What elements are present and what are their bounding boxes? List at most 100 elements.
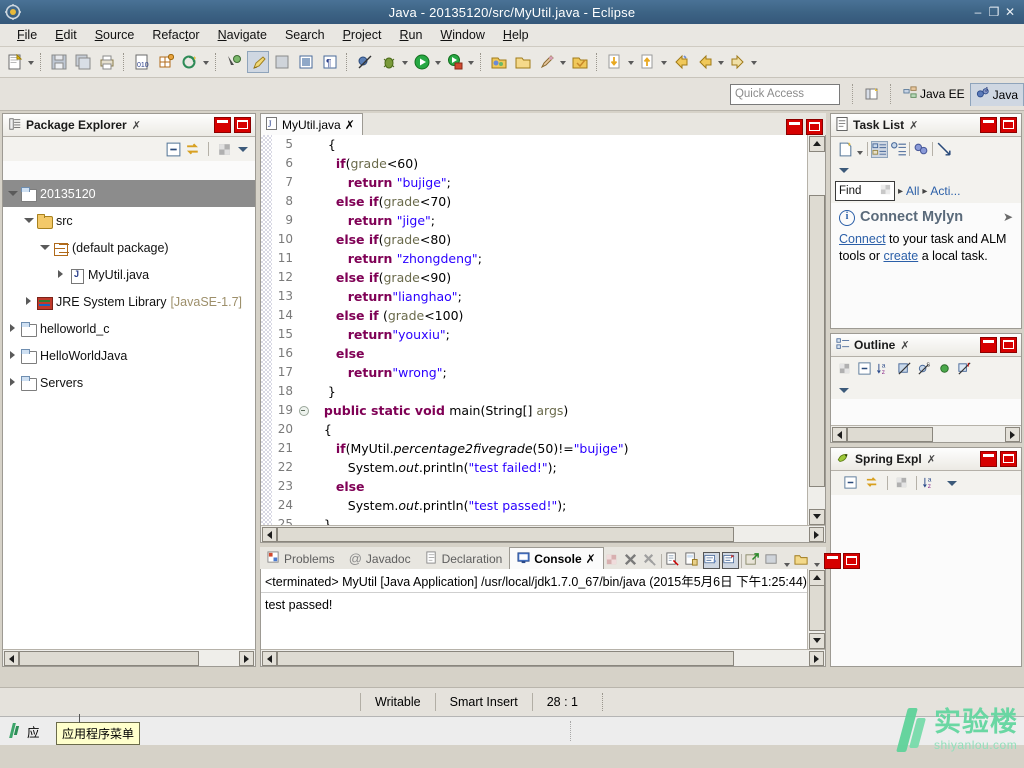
new-dropdown-arrow[interactable] xyxy=(27,51,36,73)
run-dropdown-arrow[interactable] xyxy=(434,51,443,73)
maximize-button[interactable] xyxy=(842,552,860,569)
menu-edit[interactable]: Edit xyxy=(46,26,86,44)
sort-icon[interactable]: az xyxy=(877,361,894,378)
code-line[interactable]: 17 return"wrong"; xyxy=(272,363,807,382)
new-java-project-button[interactable] xyxy=(155,51,177,73)
code-line[interactable]: 12 else if(grade<90) xyxy=(272,268,807,287)
code-line[interactable]: 14 else if (grade<100) xyxy=(272,306,807,325)
close-icon[interactable]: ✗ xyxy=(345,118,355,132)
save-all-button[interactable] xyxy=(72,51,94,73)
next-annotation-button[interactable] xyxy=(604,51,626,73)
remove-launch-icon[interactable] xyxy=(642,552,659,569)
collapse-arrow-icon[interactable] xyxy=(7,187,20,200)
close-icon[interactable]: ✗ xyxy=(909,119,918,132)
clear-console-icon[interactable] xyxy=(604,552,621,569)
hide-local-types-icon[interactable] xyxy=(957,361,974,378)
minimize-button[interactable] xyxy=(980,117,997,133)
display-selected-console-icon[interactable] xyxy=(684,552,701,569)
back-arrow[interactable] xyxy=(717,51,726,73)
external-tools-arrow[interactable] xyxy=(467,51,476,73)
fold-collapse-icon[interactable] xyxy=(298,401,309,420)
tab-console[interactable]: Console ✗ xyxy=(509,547,604,569)
hscroll-thumb[interactable] xyxy=(19,651,199,666)
last-edit-button[interactable] xyxy=(569,51,591,73)
toggle-breadcrumb-button[interactable] xyxy=(247,51,269,73)
expand-arrow-icon[interactable] xyxy=(7,376,20,389)
filters-icon[interactable] xyxy=(216,141,233,158)
code-line[interactable]: 8 else if(grade<70) xyxy=(272,192,807,211)
menu-navigate[interactable]: Navigate xyxy=(209,26,276,44)
code-line[interactable]: 9 return "jige"; xyxy=(272,211,807,230)
code-line[interactable]: 5 { xyxy=(272,135,807,154)
scroll-left-button[interactable] xyxy=(262,527,277,542)
open-task-button[interactable] xyxy=(295,51,317,73)
tree-item-default-package[interactable]: (default package) xyxy=(3,234,255,261)
skip-breakpoints-button[interactable] xyxy=(354,51,376,73)
vscroll-thumb[interactable] xyxy=(809,585,825,631)
scroll-up-button[interactable] xyxy=(809,136,825,152)
find-clear-icon[interactable] xyxy=(880,184,891,198)
open-console-arrow[interactable] xyxy=(813,553,822,568)
close-icon[interactable]: ✗ xyxy=(586,552,596,566)
system-menu-icon[interactable] xyxy=(6,722,24,740)
toggle-mark-occurrences-button[interactable] xyxy=(223,51,245,73)
scheduled-mode-icon[interactable] xyxy=(890,141,907,158)
minimize-button[interactable] xyxy=(823,552,841,569)
menu-search[interactable]: Search xyxy=(276,26,334,44)
hscroll-thumb[interactable] xyxy=(277,651,734,666)
collapse-icon[interactable] xyxy=(936,141,953,158)
restore-button[interactable]: ❐ xyxy=(986,5,1002,19)
code-line[interactable]: 13 return"lianghao"; xyxy=(272,287,807,306)
save-button[interactable] xyxy=(48,51,70,73)
menu-window[interactable]: Window xyxy=(431,26,493,44)
code-line[interactable]: 10 else if(grade<80) xyxy=(272,230,807,249)
debug-dropdown-arrow[interactable] xyxy=(401,51,410,73)
scroll-right-button[interactable] xyxy=(1005,427,1020,442)
next-arrow[interactable] xyxy=(627,51,636,73)
editor-hscrollbar[interactable] xyxy=(261,525,825,542)
editor-text-area[interactable]: 5 {6 if(grade<60) 7 return "bujige"; 8 els… xyxy=(260,135,826,543)
close-button[interactable]: ✕ xyxy=(1002,5,1018,19)
menu-source[interactable]: Source xyxy=(86,26,144,44)
code-line[interactable]: 15 return"youxiu"; xyxy=(272,325,807,344)
maximize-button[interactable] xyxy=(234,117,251,133)
scroll-down-button[interactable] xyxy=(809,633,825,649)
package-explorer-hscrollbar[interactable] xyxy=(3,649,255,666)
view-menu-icon[interactable] xyxy=(837,383,851,397)
filter-active-label[interactable]: Acti... xyxy=(930,184,960,198)
scroll-right-button[interactable] xyxy=(809,527,824,542)
tab-problems[interactable]: Problems xyxy=(260,548,342,569)
print-button[interactable] xyxy=(96,51,118,73)
outline-hscrollbar[interactable] xyxy=(831,425,1021,442)
code-line[interactable]: 16 else xyxy=(272,344,807,363)
pin-console-icon[interactable] xyxy=(745,552,762,569)
menu-refactor[interactable]: Refactor xyxy=(143,26,208,44)
console-vscrollbar[interactable] xyxy=(807,569,825,650)
filter-all-label[interactable]: All xyxy=(906,184,919,198)
vscroll-thumb[interactable] xyxy=(809,195,825,487)
expand-arrow-icon[interactable] xyxy=(55,268,68,281)
run-external-button[interactable] xyxy=(444,51,466,73)
focus-icon[interactable] xyxy=(837,361,854,378)
expand-arrow-icon[interactable] xyxy=(7,349,20,362)
hide-static-icon[interactable]: S xyxy=(917,361,934,378)
maximize-button[interactable] xyxy=(1000,451,1017,467)
filters-icon[interactable] xyxy=(894,475,911,492)
new-wizard-button[interactable] xyxy=(4,51,26,73)
scroll-lock-icon[interactable] xyxy=(702,552,720,569)
collapse-all-icon[interactable] xyxy=(843,475,860,492)
focus-on-workweek-icon[interactable] xyxy=(913,141,930,158)
editor-code[interactable]: 5 {6 if(grade<60) 7 return "bujige"; 8 els… xyxy=(272,135,807,526)
perspective-java[interactable]: J Java xyxy=(969,82,1024,106)
code-line[interactable]: 6 if(grade<60) xyxy=(272,154,807,173)
expand-arrow-icon[interactable] xyxy=(23,295,36,308)
console-dropdown-arrow[interactable] xyxy=(783,553,792,568)
minimize-button[interactable] xyxy=(980,337,997,353)
search-button[interactable] xyxy=(536,51,558,73)
collapse-all-icon[interactable] xyxy=(165,141,182,158)
scroll-right-button[interactable] xyxy=(809,651,824,666)
hide-non-public-icon[interactable] xyxy=(937,361,954,378)
sort-icon[interactable]: az xyxy=(923,475,940,492)
connect-link[interactable]: Connect xyxy=(839,232,886,246)
menu-run[interactable]: Run xyxy=(390,26,431,44)
